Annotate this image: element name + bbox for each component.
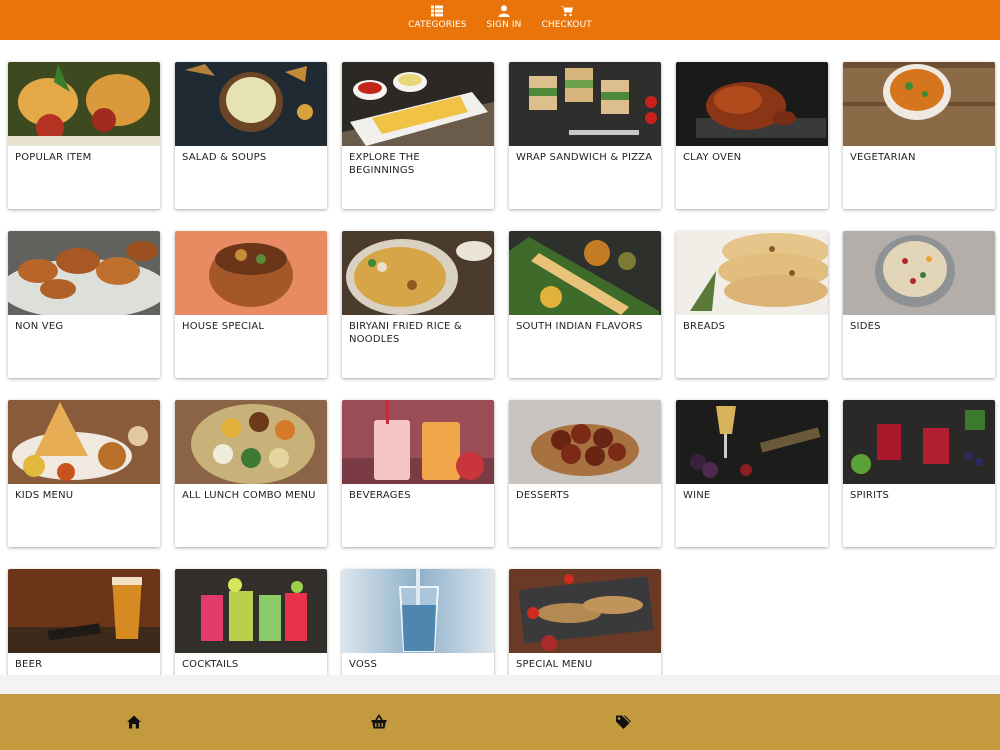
category-card[interactable]: WINE: [676, 400, 828, 547]
gulab-jamun-photo: [509, 400, 661, 484]
category-card[interactable]: KIDS MENU: [8, 400, 160, 547]
basket-button[interactable]: [371, 714, 387, 730]
category-card[interactable]: POPULAR ITEM: [8, 62, 160, 209]
category-card[interactable]: VEGETARIAN: [843, 62, 995, 209]
category-label: BEVERAGES: [349, 490, 411, 501]
category-label: VEGETARIAN: [850, 152, 916, 163]
chicken-pieces-photo: [8, 231, 160, 315]
category-label: BEER: [15, 659, 43, 670]
category-card[interactable]: SOUTH INDIAN FLAVORS: [509, 231, 661, 378]
fried-snacks-photo: [8, 62, 160, 146]
tandoori-chicken-photo: [676, 62, 828, 146]
nav-menu: CATEGORIES SIGN IN CHECKOUT: [398, 5, 602, 30]
cart-icon: [560, 6, 573, 17]
category-label: KIDS MENU: [15, 490, 74, 501]
category-grid: POPULAR ITEM SALAD & SOUPS EXPLORE THE B…: [8, 62, 995, 675]
category-label: EXPLORE THE BEGINNINGS: [349, 152, 420, 176]
nav-categories-label: CATEGORIES: [408, 20, 467, 30]
category-label: NON VEG: [15, 321, 64, 332]
category-label: BIRYANI FRIED RICE & NOODLES: [349, 321, 462, 345]
rice-bowl-photo: [843, 231, 995, 315]
category-card[interactable]: SPIRITS: [843, 400, 995, 547]
dosa-photo: [509, 231, 661, 315]
special-bowl-photo: [175, 231, 327, 315]
basket-icon: [371, 714, 387, 729]
category-label: SOUTH INDIAN FLAVORS: [516, 321, 643, 332]
category-label: CLAY OVEN: [683, 152, 742, 163]
category-card[interactable]: SPECIAL MENU: [509, 569, 661, 675]
thali-photo: [175, 400, 327, 484]
category-label: WRAP SANDWICH & PIZZA: [516, 152, 653, 163]
nav-checkout-label: CHECKOUT: [541, 20, 592, 30]
spirits-photo: [843, 400, 995, 484]
category-content: POPULAR ITEM SALAD & SOUPS EXPLORE THE B…: [0, 40, 1000, 675]
category-card[interactable]: BEVERAGES: [342, 400, 494, 547]
biryani-photo: [342, 231, 494, 315]
category-label: BREADS: [683, 321, 726, 332]
category-label: ALL LUNCH COMBO MENU: [182, 490, 316, 501]
category-card[interactable]: VOSS: [342, 569, 494, 675]
beer-photo: [8, 569, 160, 653]
tags-icon: [616, 715, 631, 729]
category-label: SPECIAL MENU: [516, 659, 593, 670]
category-card[interactable]: NON VEG: [8, 231, 160, 378]
bottom-toolbar: [0, 694, 1000, 750]
nav-categories[interactable]: CATEGORIES: [398, 5, 476, 30]
curry-bowl-photo: [843, 62, 995, 146]
home-button[interactable]: [126, 714, 142, 730]
nav-checkout[interactable]: CHECKOUT: [531, 5, 601, 30]
tags-button[interactable]: [615, 714, 631, 730]
category-card[interactable]: WRAP SANDWICH & PIZZA: [509, 62, 661, 209]
footer-divider: [0, 675, 1000, 694]
fish-platter-photo: [509, 569, 661, 653]
cocktails-photo: [175, 569, 327, 653]
category-label: WINE: [683, 490, 711, 501]
nav-sign-in[interactable]: SIGN IN: [476, 5, 531, 30]
category-card[interactable]: BEER: [8, 569, 160, 675]
home-icon: [127, 715, 141, 729]
grid-list-icon: [431, 5, 444, 17]
category-label: VOSS: [349, 659, 378, 670]
naan-photo: [676, 231, 828, 315]
category-label: HOUSE SPECIAL: [182, 321, 265, 332]
category-label: DESSERTS: [516, 490, 570, 501]
water-glass-photo: [342, 569, 494, 653]
category-label: SPIRITS: [850, 490, 890, 501]
sandwich-photo: [509, 62, 661, 146]
category-label: COCKTAILS: [182, 659, 239, 670]
category-card[interactable]: DESSERTS: [509, 400, 661, 547]
wine-photo: [676, 400, 828, 484]
category-card[interactable]: EXPLORE THE BEGINNINGS: [342, 62, 494, 209]
user-icon: [498, 5, 510, 17]
category-card[interactable]: COCKTAILS: [175, 569, 327, 675]
category-label: SALAD & SOUPS: [182, 152, 267, 163]
category-card[interactable]: BIRYANI FRIED RICE & NOODLES: [342, 231, 494, 378]
lassi-photo: [342, 400, 494, 484]
category-card[interactable]: BREADS: [676, 231, 828, 378]
soup-bowl-photo: [175, 62, 327, 146]
category-label: POPULAR ITEM: [15, 152, 92, 163]
category-card[interactable]: ALL LUNCH COMBO MENU: [175, 400, 327, 547]
nav-sign-in-label: SIGN IN: [486, 20, 522, 30]
category-label: SIDES: [850, 321, 881, 332]
category-card[interactable]: HOUSE SPECIAL: [175, 231, 327, 378]
category-card[interactable]: SIDES: [843, 231, 995, 378]
category-card[interactable]: SALAD & SOUPS: [175, 62, 327, 209]
french-fries-photo: [342, 62, 494, 146]
kids-dosa-photo: [8, 400, 160, 484]
top-navbar: CATEGORIES SIGN IN CHECKOUT: [0, 0, 1000, 40]
category-card[interactable]: CLAY OVEN: [676, 62, 828, 209]
